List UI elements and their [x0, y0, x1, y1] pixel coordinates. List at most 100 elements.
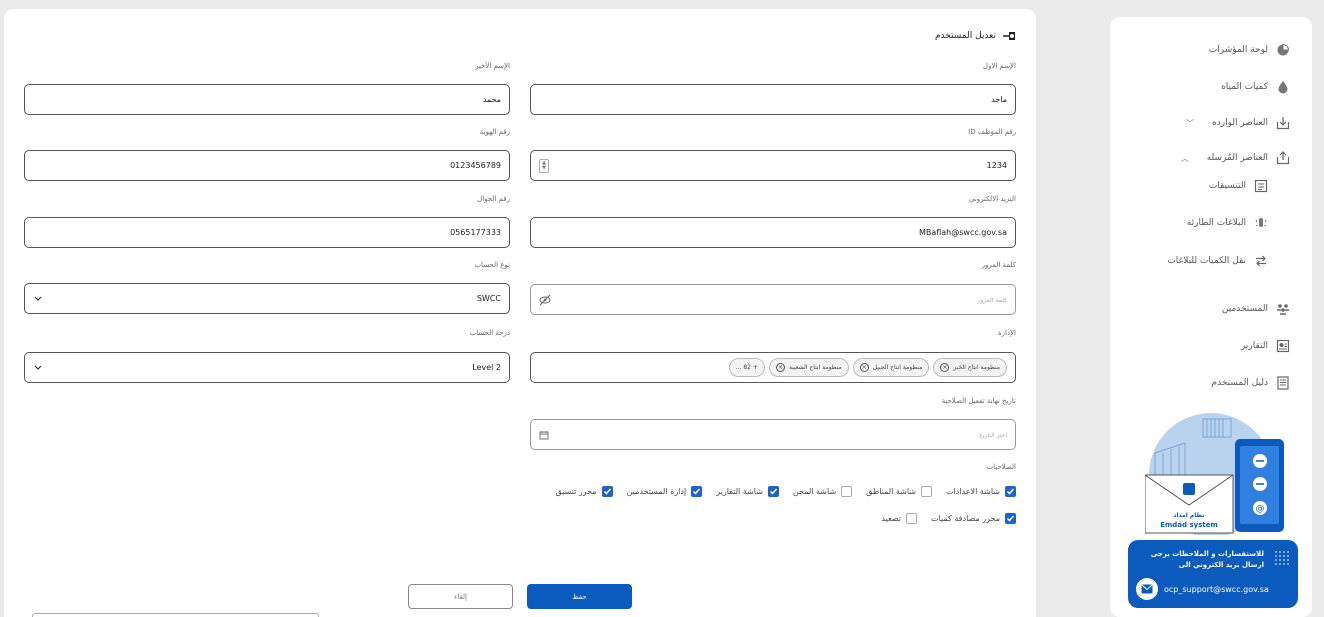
more-chips-badge[interactable]: + 82 ... — [728, 358, 765, 377]
account-type-value: SWCC — [476, 294, 501, 303]
remove-chip-icon[interactable]: × — [940, 363, 950, 372]
checkbox-checked[interactable] — [1005, 513, 1016, 524]
checkbox-unchecked[interactable] — [921, 486, 933, 497]
perm-reports[interactable]: شاشة التقارير — [716, 486, 779, 497]
pie-chart-icon — [1277, 43, 1290, 56]
chevron-down-icon — [34, 365, 42, 370]
edit-user-panel: تعديل المستخدم الإسم الاول الإسم الأخير … — [4, 9, 1036, 617]
report-icon — [1276, 339, 1290, 353]
sidebar-item-coordinations[interactable]: التنسيقات — [1209, 179, 1268, 193]
mobile-field[interactable] — [24, 217, 510, 248]
svg-text:@: @ — [1256, 504, 1265, 514]
email-label: البريد الالكتروني — [969, 195, 1016, 203]
support-email-link[interactable]: ocp_support@swcc.gov.sa — [1136, 578, 1269, 600]
sidebar-item-dashboard[interactable]: لوحة المؤشرات — [1209, 43, 1290, 57]
department-chip[interactable]: منظومة انتاج الشعيبة × — [768, 358, 849, 377]
sidebar-item-reports[interactable]: التقارير — [1241, 339, 1290, 353]
page-title: تعديل المستخدم — [935, 29, 1016, 43]
mail-icon — [1136, 578, 1158, 600]
promo-logo-sub: Emdad system — [1160, 521, 1218, 529]
account-type-label: نوع الحساب — [474, 261, 510, 269]
permissions-row-2: محرر مصادقة كميات تصعيد — [881, 513, 1016, 524]
remove-chip-icon[interactable]: × — [859, 363, 869, 372]
email-field[interactable] — [530, 217, 1016, 248]
expiry-date-label: تاريخ نهاية تفعيل الصلاحية — [941, 397, 1016, 405]
first-name-input[interactable] — [539, 95, 1007, 104]
sidebar-item-incoming[interactable]: العناصر الوارده ﹀ — [1186, 116, 1290, 130]
id-number-input[interactable] — [33, 161, 501, 170]
back-arrow-icon[interactable] — [1002, 29, 1016, 43]
transfer-icon — [1256, 255, 1266, 267]
perm-mihan[interactable]: شاشة المحن — [793, 486, 853, 497]
sidebar-item-outgoing[interactable]: العناصر المُرسله ︿ — [1181, 151, 1290, 165]
id-number-label: رقم الهوية — [479, 128, 510, 136]
checkbox-unchecked[interactable] — [906, 513, 918, 524]
page-title-text: تعديل المستخدم — [934, 31, 996, 41]
id-number-field[interactable] — [24, 150, 510, 181]
expiry-date-input[interactable] — [539, 430, 1007, 439]
first-name-field[interactable] — [530, 84, 1016, 115]
chevron-up-icon[interactable]: ︿ — [1181, 153, 1189, 164]
perm-coordination-editor[interactable]: محرر تنسيق — [555, 486, 613, 497]
promo-logo-text: نظام امداد — [1173, 512, 1204, 519]
upload-icon — [1276, 151, 1290, 165]
cancel-button[interactable]: إلغاء — [408, 584, 513, 609]
email-input[interactable] — [539, 228, 1007, 237]
calendar-icon[interactable] — [539, 430, 549, 440]
perm-user-management[interactable]: إدارة المستخدمين — [627, 486, 703, 497]
password-field[interactable] — [530, 284, 1016, 315]
account-level-value: Level 2 — [472, 363, 501, 372]
sidebar-item-user-guide[interactable]: دليل المستخدم — [1212, 376, 1290, 390]
eye-off-icon[interactable] — [539, 294, 551, 306]
department-label: الإدارة — [997, 329, 1016, 337]
password-label: كلمة المرور — [981, 261, 1016, 269]
permissions-label: الصلاحيات — [986, 463, 1017, 471]
employee-id-label: رقم الموظف ID — [968, 128, 1016, 136]
last-name-input[interactable] — [33, 95, 501, 104]
employee-id-input[interactable] — [539, 161, 1007, 170]
account-level-select[interactable]: Level 2 — [24, 352, 510, 383]
book-icon — [1277, 376, 1289, 390]
sidebar-item-emergency-reports[interactable]: البلاغات الطارئة — [1187, 216, 1268, 230]
save-button[interactable]: حفظ — [527, 584, 632, 609]
checkbox-checked[interactable] — [1005, 486, 1016, 497]
checkbox-unchecked[interactable] — [841, 486, 853, 497]
calendar-icon — [1254, 179, 1268, 193]
number-stepper[interactable]: ▲ ▼ — [539, 159, 549, 173]
dots-pattern-icon — [1275, 551, 1289, 565]
mobile-input[interactable] — [33, 228, 501, 237]
employee-id-field[interactable]: ▲▼ — [530, 150, 1016, 181]
last-name-field[interactable] — [24, 84, 510, 115]
download-icon — [1276, 117, 1290, 130]
alarm-icon — [1255, 218, 1267, 227]
account-type-select[interactable]: SWCC — [24, 283, 510, 314]
remove-chip-icon[interactable]: × — [775, 363, 785, 372]
perm-settings[interactable]: شاشة الاعدادات — [946, 486, 1016, 497]
mobile-label: رقم الجوال — [477, 195, 510, 203]
sidebar-item-transfer-quantities[interactable]: نقل الكميات للبلاغات — [1167, 254, 1268, 268]
emdad-illustration: @ نظام امداد Emdad system — [1145, 413, 1284, 535]
chevron-down-icon — [34, 296, 42, 301]
bottom-field[interactable] — [32, 613, 319, 617]
checkbox-checked[interactable] — [767, 486, 779, 497]
water-drop-icon — [1278, 81, 1288, 94]
department-chip[interactable]: منظومة انتاج الجبيل × — [852, 358, 930, 377]
checkbox-checked[interactable] — [691, 486, 703, 497]
expiry-date-field[interactable] — [530, 419, 1016, 450]
support-box: للاستفسارات و الملاحظات يرجى ارسال بريد … — [1128, 540, 1298, 608]
department-chips: منظومة انتاج الخبر × منظومة انتاج الجبيل… — [728, 358, 1007, 377]
first-name-label: الإسم الاول — [982, 62, 1016, 70]
checkbox-checked[interactable] — [601, 486, 613, 497]
perm-escalation[interactable]: تصعيد — [881, 513, 918, 524]
perm-quantity-approval[interactable]: محرر مصادقة كميات — [931, 513, 1016, 524]
perm-regions[interactable]: شاشة المناطق — [866, 486, 933, 497]
sidebar-item-water-quantities[interactable]: كميات المياه — [1221, 80, 1290, 94]
chevron-down-icon[interactable]: ﹀ — [1186, 118, 1194, 129]
department-multiselect[interactable]: منظومة انتاج الخبر × منظومة انتاج الجبيل… — [530, 352, 1016, 383]
sidebar-item-users[interactable]: المستخدمين — [1222, 302, 1290, 316]
department-chip[interactable]: منظومة انتاج الخبر × — [933, 358, 1007, 377]
users-icon — [1277, 304, 1289, 315]
permissions-row-1: شاشة الاعدادات شاشة المناطق شاشة المحن ش… — [555, 486, 1016, 497]
support-text: للاستفسارات و الملاحظات يرجى ارسال بريد … — [1150, 550, 1264, 569]
password-input[interactable] — [539, 295, 1007, 304]
